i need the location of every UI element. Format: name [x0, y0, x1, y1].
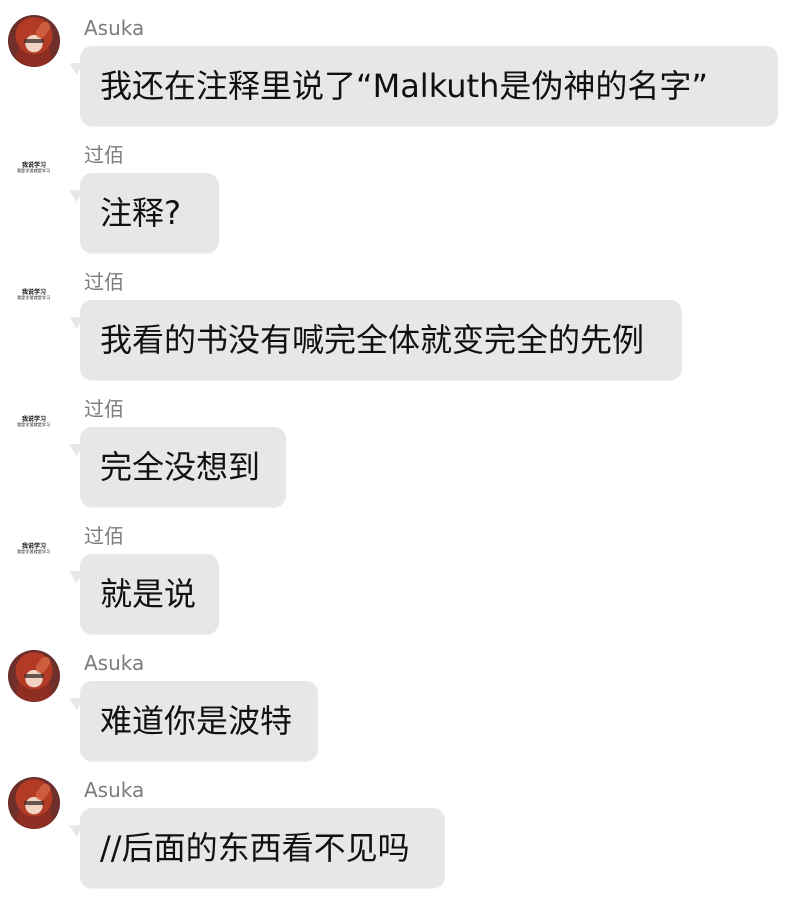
message-item: Asuka //后面的东西看不见吗	[0, 777, 788, 897]
avatar-text-line-1: 我说学习	[21, 543, 46, 550]
message-item: 我说学习 我是学習就是学习 过佰 我看的书没有喊完全体就变完全的先例	[0, 269, 788, 389]
message-item: 我说学习 我是学習就是学习 过佰 注释?	[0, 142, 788, 262]
message-text: 难道你是波特	[100, 702, 293, 740]
message-text: 就是说	[100, 575, 197, 613]
message-bubble: 注释?	[80, 173, 219, 253]
message-text: 完全没想到	[100, 448, 261, 486]
avatar-text-line-2: 我是学習就是学习	[17, 423, 51, 428]
message-bubble: 我还在注释里说了“Malkuth是伪神的名字”	[80, 46, 778, 126]
sender-name: 过佰	[84, 143, 124, 167]
avatar-text-line-2: 我是学習就是学习	[17, 550, 51, 555]
asuka-avatar-icon[interactable]	[8, 15, 60, 67]
sender-name: 过佰	[84, 524, 124, 548]
message-bubble: //后面的东西看不见吗	[80, 808, 445, 888]
avatar-text-line-2: 我是学習就是学习	[17, 296, 51, 301]
avatar-text-line-1: 我说学习	[21, 416, 46, 423]
text-avatar[interactable]: 我说学习 我是学習就是学习	[8, 269, 60, 321]
text-avatar[interactable]: 我说学习 我是学習就是学习	[8, 142, 60, 194]
message-item: Asuka 我还在注释里说了“Malkuth是伪神的名字”	[0, 15, 788, 135]
message-text: //后面的东西看不见吗	[100, 829, 410, 867]
sender-name: Asuka	[84, 651, 145, 675]
message-item: Asuka 难道你是波特	[0, 650, 788, 770]
avatar-text-line-1: 我说学习	[21, 162, 46, 169]
sender-name: Asuka	[84, 16, 145, 40]
message-text: 注释?	[100, 194, 181, 232]
asuka-avatar-icon[interactable]	[8, 650, 60, 702]
text-avatar[interactable]: 我说学习 我是学習就是学习	[8, 396, 60, 448]
avatar-text-line-2: 我是学習就是学习	[17, 169, 51, 174]
message-bubble: 就是说	[80, 554, 219, 634]
message-text: 我看的书没有喊完全体就变完全的先例	[100, 321, 645, 359]
avatar-text-line-1: 我说学习	[21, 289, 46, 296]
text-avatar[interactable]: 我说学习 我是学習就是学习	[8, 523, 60, 575]
sender-name: 过佰	[84, 397, 124, 421]
message-bubble: 难道你是波特	[80, 681, 318, 761]
message-text: 我还在注释里说了“Malkuth是伪神的名字”	[100, 67, 708, 105]
sender-name: Asuka	[84, 778, 145, 802]
message-item: 我说学习 我是学習就是学习 过佰 就是说	[0, 523, 788, 643]
chat-log: Asuka 我还在注释里说了“Malkuth是伪神的名字” 我说学习 我是学習就…	[0, 0, 788, 895]
sender-name: 过佰	[84, 270, 124, 294]
message-item: 我说学习 我是学習就是学习 过佰 完全没想到	[0, 396, 788, 516]
asuka-avatar-icon[interactable]	[8, 777, 60, 829]
message-bubble: 完全没想到	[80, 427, 286, 507]
message-bubble: 我看的书没有喊完全体就变完全的先例	[80, 300, 682, 380]
